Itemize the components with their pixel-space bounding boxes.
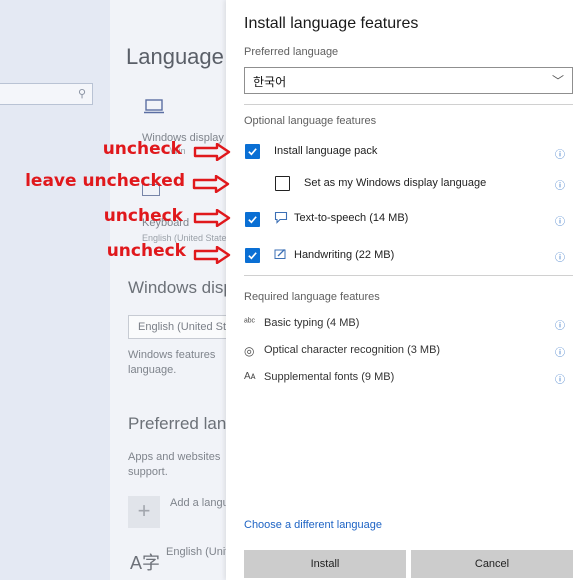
- info-icon[interactable]: ⓘ: [555, 371, 565, 386]
- speech-icon: [274, 211, 288, 227]
- set-display-language-label: Set as my Windows display language: [304, 177, 487, 189]
- install-language-pack-checkbox[interactable]: [245, 144, 260, 159]
- add-language-label[interactable]: Add a language: [170, 497, 226, 509]
- preferred-language-value: 한국어: [253, 75, 287, 89]
- arrow-right-icon: [192, 175, 230, 193]
- monitor-icon: [143, 98, 165, 121]
- install-language-pack-label: Install language pack: [274, 145, 378, 157]
- preferred-languages-heading: Preferred languages: [128, 414, 226, 433]
- font-icon: Aᴀ: [244, 371, 256, 382]
- windows-display-dropdown[interactable]: English (United States): [128, 315, 226, 339]
- page-title: Language: [126, 44, 224, 69]
- search-icon: ⚲: [77, 88, 86, 100]
- language-settings-page: Language Windows display Win Keyboard En…: [110, 0, 226, 580]
- required-features-heading: Required language features: [244, 291, 380, 303]
- handwriting-label: Handwriting (22 MB): [294, 249, 395, 261]
- windows-features-text-2: language.: [128, 364, 177, 376]
- settings-nav: ⚲: [0, 0, 110, 580]
- add-language-plus-icon[interactable]: +: [128, 496, 160, 528]
- dialog-title: Install language features: [244, 15, 419, 32]
- ocr-icon: ◎: [244, 344, 255, 358]
- chevron-down-icon: ﹀: [551, 74, 564, 88]
- preferred-language-dropdown[interactable]: 한국어 ﹀: [244, 67, 573, 94]
- basic-typing-label: Basic typing (4 MB): [264, 317, 360, 329]
- info-icon[interactable]: ⓘ: [555, 249, 565, 264]
- arrow-right-icon: [193, 143, 231, 161]
- text-to-speech-label: Text-to-speech (14 MB): [294, 212, 409, 224]
- text-to-speech-checkbox[interactable]: [245, 212, 260, 227]
- set-display-language-checkbox[interactable]: [275, 176, 290, 191]
- info-icon[interactable]: ⓘ: [555, 146, 565, 161]
- handwriting-checkbox[interactable]: [245, 248, 260, 263]
- optional-features-heading: Optional language features: [244, 115, 377, 127]
- ocr-label: Optical character recognition (3 MB): [264, 344, 441, 356]
- search-settings-input[interactable]: ⚲: [0, 83, 93, 105]
- apps-websites-text: Apps and websites: [128, 451, 221, 463]
- supplemental-fonts-label: Supplemental fonts (9 MB): [264, 371, 395, 383]
- arrow-right-icon: [193, 246, 231, 264]
- annotation-leave-unchecked: leave unchecked: [25, 171, 185, 191]
- install-button[interactable]: Install: [244, 550, 406, 578]
- cancel-button[interactable]: Cancel: [411, 550, 573, 578]
- annotation-uncheck-1: uncheck: [102, 139, 182, 159]
- pen-icon: [274, 248, 287, 263]
- divider: [244, 275, 573, 276]
- choose-different-language-link[interactable]: Choose a different language: [244, 519, 382, 531]
- apps-websites-text-2: support.: [128, 466, 168, 478]
- annotation-uncheck-3: uncheck: [106, 241, 186, 261]
- arrow-right-icon: [193, 209, 231, 227]
- language-glyph-icon: A字: [130, 553, 161, 573]
- windows-display-heading: Windows display language: [128, 278, 226, 297]
- divider: [244, 104, 573, 105]
- info-icon[interactable]: ⓘ: [555, 344, 565, 359]
- info-icon[interactable]: ⓘ: [555, 213, 565, 228]
- info-icon[interactable]: ⓘ: [555, 317, 565, 332]
- english-language-item[interactable]: English (United States): [166, 546, 226, 558]
- annotation-uncheck-2: uncheck: [103, 206, 183, 226]
- preferred-language-label: Preferred language: [244, 46, 339, 58]
- abc-icon: ᵃᵇᶜ: [244, 317, 256, 328]
- windows-features-text: Windows features: [128, 349, 216, 361]
- install-language-features-dialog: Install language features Preferred lang…: [226, 0, 579, 580]
- info-icon[interactable]: ⓘ: [555, 177, 565, 192]
